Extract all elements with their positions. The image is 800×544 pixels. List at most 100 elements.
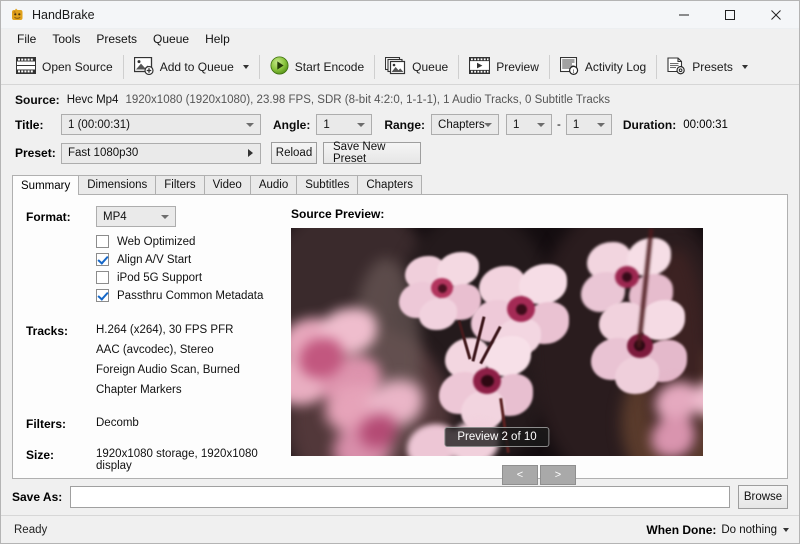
preview-counter-badge: Preview 2 of 10 [444, 427, 549, 447]
range-start-select[interactable]: 1 [506, 114, 552, 135]
range-type-value: Chapters [438, 119, 485, 131]
range-start-value: 1 [513, 119, 519, 131]
title-select[interactable]: 1 (00:00:31) [61, 114, 261, 135]
duration-label: Duration: [623, 118, 676, 132]
angle-select-value: 1 [323, 119, 329, 131]
preset-label: Preset: [15, 146, 61, 160]
source-details: 1920x1080 (1920x1080), 23.98 FPS, SDR (8… [125, 94, 610, 106]
checkbox-box[interactable] [96, 271, 109, 284]
title-bar-left: HandBrake [1, 7, 95, 22]
format-select-value: MP4 [103, 211, 127, 223]
chevron-down-icon[interactable] [742, 65, 748, 69]
when-done-label: When Done: [646, 523, 716, 537]
title-select-value: 1 (00:00:31) [68, 119, 130, 131]
checkbox-label: Web Optimized [117, 236, 195, 248]
checkbox-web-optimized[interactable]: Web Optimized [13, 235, 291, 248]
format-select[interactable]: MP4 [96, 206, 176, 227]
format-row: Format: MP4 [13, 206, 291, 227]
checkbox-box[interactable] [96, 253, 109, 266]
title-bar: HandBrake [1, 1, 799, 29]
save-new-preset-button[interactable]: Save New Preset [323, 142, 421, 164]
toolbar-activity-log-button[interactable]: i Activity Log [553, 52, 653, 82]
save-as-label: Save As: [12, 490, 62, 504]
checkbox-ipod-5g-support[interactable]: iPod 5G Support [13, 271, 291, 284]
when-done-group[interactable]: When Done: Do nothing [646, 523, 789, 537]
queue-stack-icon [385, 57, 406, 78]
toolbar-start-encode-button[interactable]: Start Encode [263, 52, 371, 82]
preset-row: Preset: Fast 1080p30 Reload Save New Pre… [1, 139, 799, 167]
preview-image[interactable]: Preview 2 of 10 [291, 228, 703, 456]
menu-item-help[interactable]: Help [197, 30, 238, 49]
menu-item-presets[interactable]: Presets [88, 30, 145, 49]
toolbar-label-add-to-queue: Add to Queue [160, 60, 234, 74]
tab-audio[interactable]: Audio [250, 175, 297, 194]
menu-item-file[interactable]: File [9, 30, 44, 49]
preview-prev-button[interactable]: < [502, 465, 538, 485]
range-end-select[interactable]: 1 [566, 114, 612, 135]
chevron-right-icon [248, 149, 253, 157]
tab-strip: Summary Dimensions Filters Video Audio S… [12, 174, 788, 194]
range-dash: - [557, 119, 561, 131]
preview-next-button[interactable]: > [540, 465, 576, 485]
checkbox-box[interactable] [96, 289, 109, 302]
range-type-select[interactable]: Chapters [431, 114, 499, 135]
tab-summary[interactable]: Summary [12, 175, 79, 195]
summary-left-column: Format: MP4 Web Optimized Align A/V Star… [13, 195, 291, 472]
toolbar-label-presets: Presets [692, 60, 733, 74]
toolbar-label-open-source: Open Source [42, 60, 113, 74]
toolbar-preview-button[interactable]: Preview [462, 52, 546, 82]
when-done-value[interactable]: Do nothing [721, 524, 777, 536]
menu-item-tools[interactable]: Tools [44, 30, 88, 49]
tab-video[interactable]: Video [204, 175, 251, 194]
chevron-down-icon[interactable] [783, 528, 789, 532]
tab-dimensions[interactable]: Dimensions [78, 175, 156, 194]
tab-chapters[interactable]: Chapters [357, 175, 422, 194]
tab-area: Summary Dimensions Filters Video Audio S… [12, 174, 788, 479]
checkbox-align-av-start[interactable]: Align A/V Start [13, 253, 291, 266]
toolbar-presets-button[interactable]: Presets [660, 52, 755, 82]
chevron-down-icon[interactable] [243, 65, 249, 69]
source-label: Source: [15, 93, 60, 107]
toolbar-queue-button[interactable]: Queue [378, 52, 455, 82]
tab-filters[interactable]: Filters [155, 175, 204, 194]
range-label: Range: [384, 118, 425, 132]
checkbox-box[interactable] [96, 235, 109, 248]
chevron-down-icon [161, 215, 169, 219]
preview-film-icon [469, 57, 490, 77]
tracks-label: Tracks: [26, 324, 96, 396]
close-icon[interactable] [753, 1, 799, 28]
size-row: Size: 1920x1080 storage, 1920x1080 displ… [13, 448, 291, 472]
size-value: 1920x1080 storage, 1920x1080 display [96, 448, 291, 472]
toolbar-open-source-button[interactable]: Open Source [9, 52, 120, 82]
checkbox-label: Align A/V Start [117, 254, 191, 266]
presets-icon [667, 57, 686, 78]
toolbar-add-to-queue-button[interactable]: Add to Queue [127, 52, 256, 82]
browse-button[interactable]: Browse [738, 485, 788, 509]
checkbox-label: Passthru Common Metadata [117, 290, 263, 302]
filters-label: Filters: [26, 417, 96, 431]
toolbar-separator-6 [656, 55, 657, 79]
save-as-input[interactable] [70, 486, 730, 508]
menu-bar: File Tools Presets Queue Help [1, 29, 799, 50]
reload-button[interactable]: Reload [271, 142, 317, 164]
source-section: Source: Hevc Mp4 1920x1080 (1920x1080), … [1, 85, 799, 167]
toolbar: Open Source Add to Queue [1, 50, 799, 85]
format-label: Format: [26, 210, 96, 224]
minimize-icon[interactable] [661, 1, 707, 28]
activity-log-icon: i [560, 57, 579, 78]
menu-item-queue[interactable]: Queue [145, 30, 197, 49]
tracks-list: H.264 (x264), 30 FPS PFR AAC (avcodec), … [96, 324, 240, 396]
source-name: Hevc Mp4 [67, 94, 119, 106]
tracks-line: Chapter Markers [96, 384, 240, 396]
checkbox-passthru-common-metadata[interactable]: Passthru Common Metadata [13, 289, 291, 302]
status-text: Ready [14, 524, 47, 536]
toolbar-separator-2 [259, 55, 260, 79]
tab-subtitles[interactable]: Subtitles [296, 175, 358, 194]
tracks-line: Foreign Audio Scan, Burned [96, 364, 240, 376]
preview-nav: < > [291, 465, 787, 485]
maximize-icon[interactable] [707, 1, 753, 28]
window-title: HandBrake [32, 8, 95, 22]
preset-select[interactable]: Fast 1080p30 [61, 143, 261, 164]
handbrake-icon [10, 7, 25, 22]
angle-select[interactable]: 1 [316, 114, 372, 135]
